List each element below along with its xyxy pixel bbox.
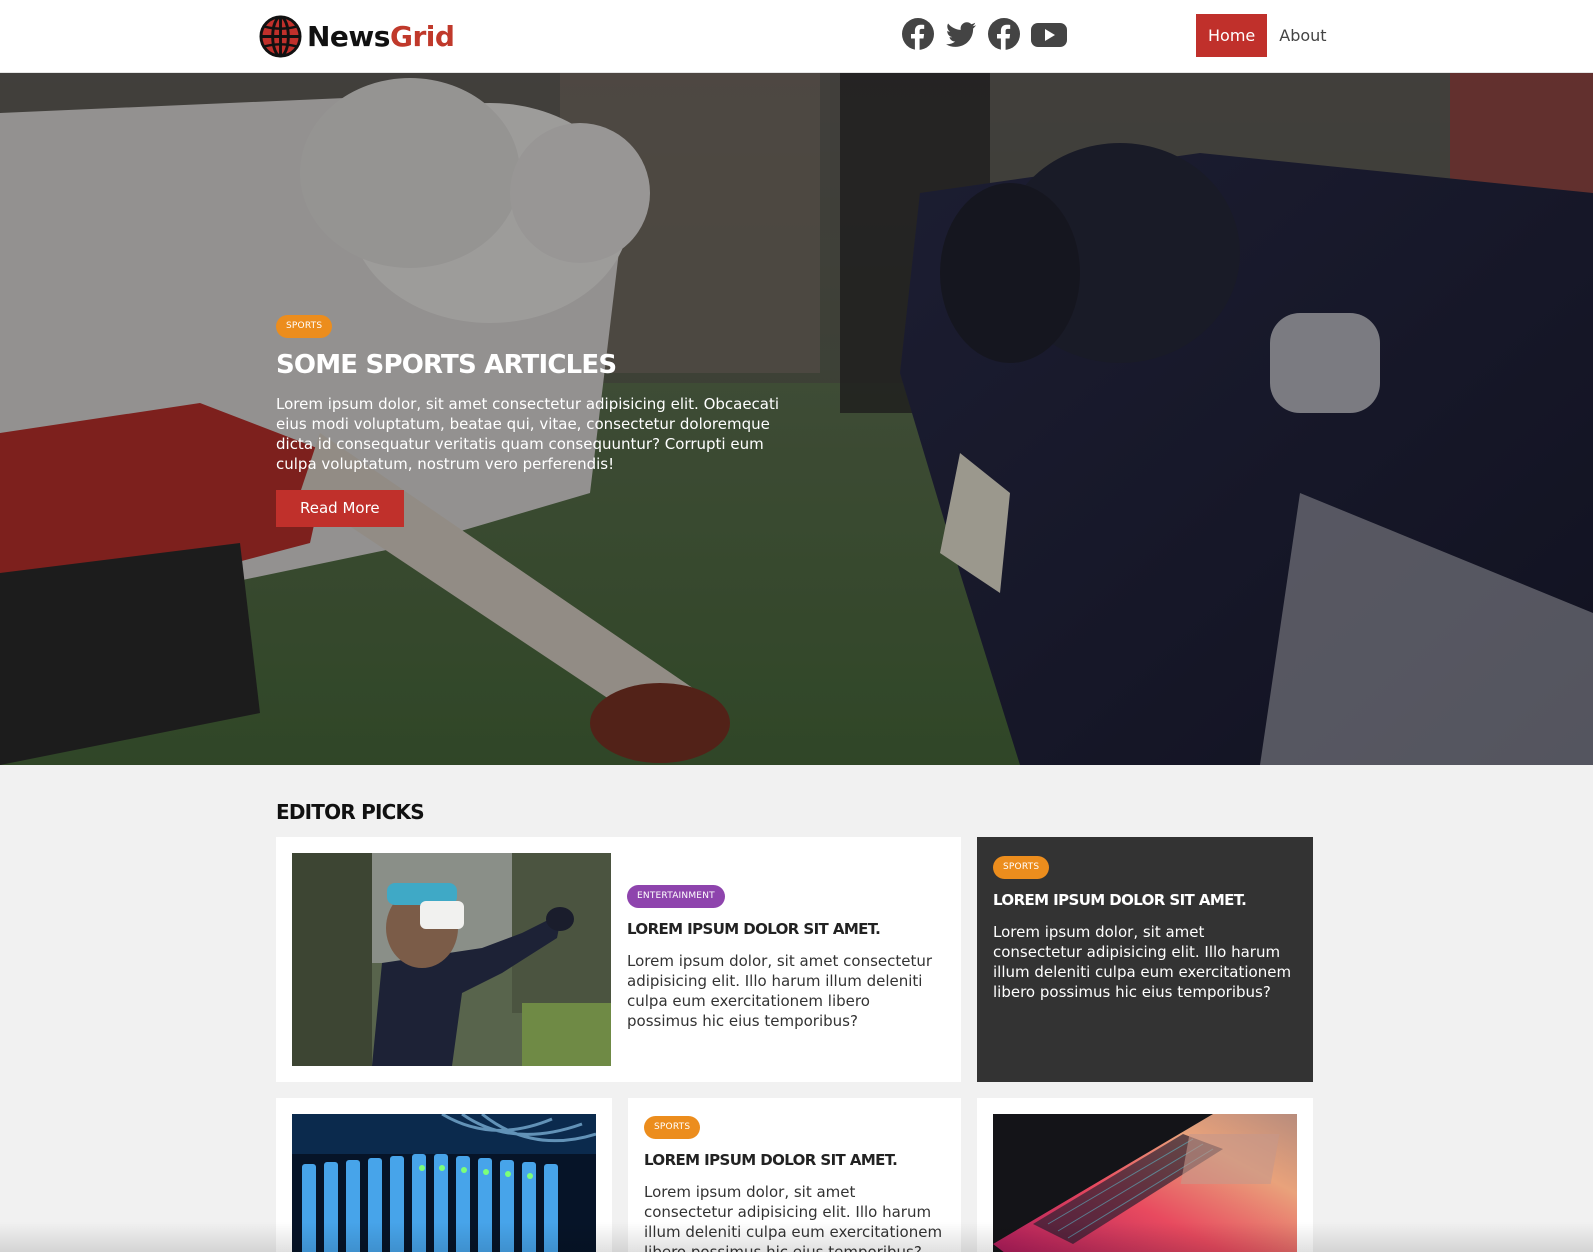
article-card[interactable]: Sports Lorem ipsum dolor sit amet. Lorem… xyxy=(977,837,1313,1082)
card-body: Sports Lorem ipsum dolor sit amet. Lorem… xyxy=(644,1114,949,1252)
logo[interactable]: NewsGrid xyxy=(259,14,455,58)
nav-link-about[interactable]: About xyxy=(1267,14,1338,57)
article-card[interactable]: Sports Lorem ipsum dolor sit amet. Lorem… xyxy=(628,1098,961,1252)
article-image xyxy=(292,853,611,1066)
card-title[interactable]: Lorem ipsum dolor sit amet. xyxy=(993,891,1298,909)
facebook-icon[interactable] xyxy=(988,18,1020,50)
card-title[interactable]: Lorem ipsum dolor sit amet. xyxy=(627,920,937,938)
hero-text: Lorem ipsum dolor, sit amet consectetur … xyxy=(276,395,780,473)
nav-link-home[interactable]: Home xyxy=(1196,14,1268,57)
social-links xyxy=(902,18,1067,50)
server-cables-image xyxy=(292,1114,596,1252)
hero-title: Some Sports Articles xyxy=(276,350,617,380)
brand-name-part1: News xyxy=(307,19,390,53)
laptop-keyboard-image xyxy=(993,1114,1297,1252)
card-title[interactable]: Lorem ipsum dolor sit amet. xyxy=(644,1151,949,1169)
card-text: Lorem ipsum dolor, sit amet consectetur … xyxy=(993,923,1292,1001)
navbar: NewsGrid Home About xyxy=(0,0,1593,73)
main-nav: Home About xyxy=(1196,14,1339,57)
card-body: Sports Lorem ipsum dolor sit amet. Lorem… xyxy=(993,854,1298,1002)
image-card[interactable] xyxy=(977,1098,1313,1252)
read-more-button[interactable]: Read More xyxy=(276,490,404,527)
category-badge[interactable]: Sports xyxy=(276,315,333,338)
hero-showcase: Sports Some Sports Articles Lorem ipsum … xyxy=(0,73,1593,765)
card-text: Lorem ipsum dolor, sit amet consectetur … xyxy=(644,1183,943,1252)
article-card[interactable]: Entertainment Lorem ipsum dolor sit amet… xyxy=(276,837,961,1082)
hero-content: Sports Some Sports Articles Lorem ipsum … xyxy=(276,313,806,527)
category-badge[interactable]: Sports xyxy=(644,1116,701,1139)
category-badge[interactable]: Entertainment xyxy=(627,885,725,908)
card-text: Lorem ipsum dolor, sit amet consectetur … xyxy=(627,952,933,1030)
brand-name-part2: Grid xyxy=(389,19,455,53)
twitter-icon[interactable] xyxy=(945,18,977,50)
image-card[interactable] xyxy=(276,1098,612,1252)
category-badge[interactable]: Sports xyxy=(993,856,1050,879)
section-title: Editor Picks xyxy=(276,800,425,824)
youtube-icon[interactable] xyxy=(1031,18,1067,50)
card-body: Entertainment Lorem ipsum dolor sit amet… xyxy=(627,883,937,1031)
facebook-icon[interactable] xyxy=(902,18,934,50)
globe-logo-icon xyxy=(259,14,302,58)
brand-name: NewsGrid xyxy=(307,19,455,53)
